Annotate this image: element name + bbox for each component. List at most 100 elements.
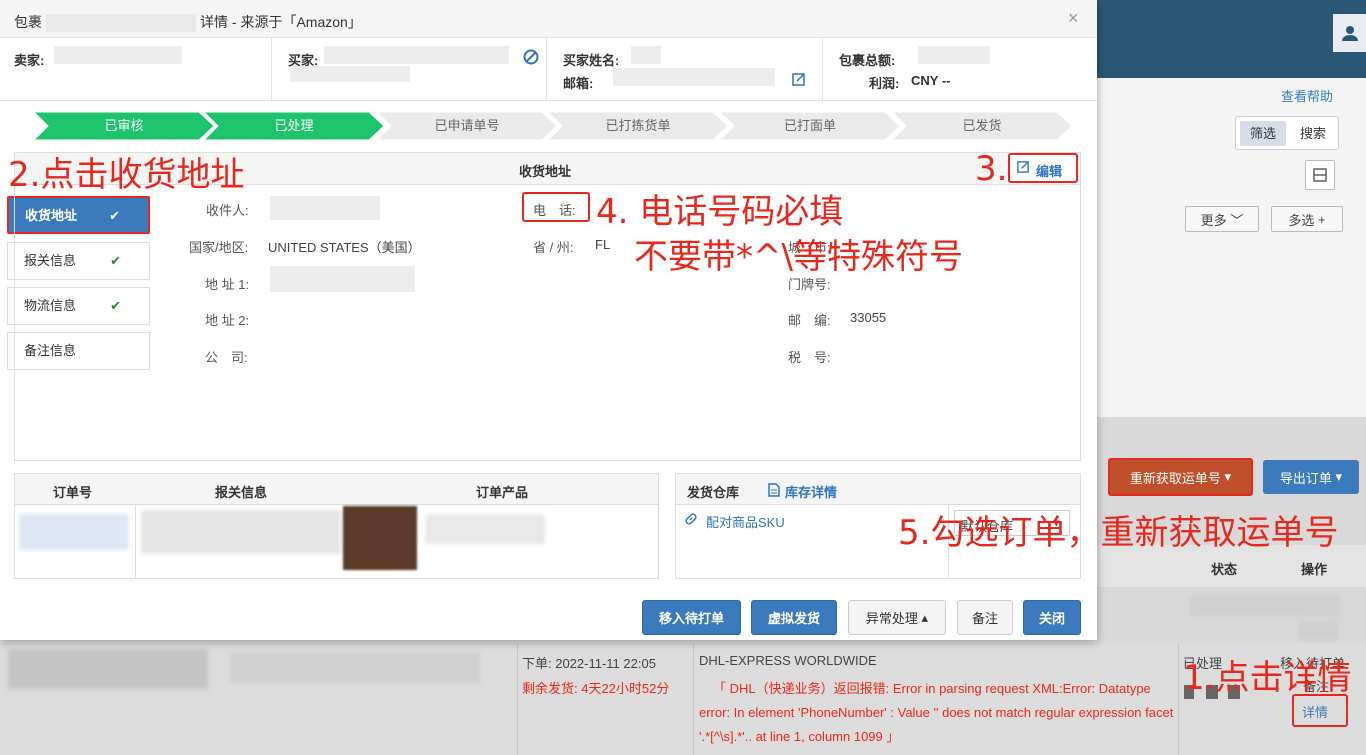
multi-select-button[interactable]: 多选 + (1271, 206, 1343, 232)
order-number-header: 订单号 (53, 485, 93, 500)
recipient-label: 收件人: (206, 203, 249, 218)
seller-label: 卖家: (14, 53, 45, 68)
block-icon[interactable] (523, 49, 539, 68)
product-image (343, 506, 417, 570)
progress-step-label: 已处理 (274, 118, 314, 133)
blurred-row (1298, 620, 1338, 640)
buyer-info: 买家: (272, 38, 547, 100)
progress-step-label: 已打拣货单 (605, 118, 671, 133)
state-value: FL (595, 237, 611, 252)
remaining-time: 剩余发货: 4天22小时52分 (522, 681, 670, 696)
modal-title: 包裹 详情 - 来源于「Amazon」 (14, 12, 362, 33)
document-icon (768, 483, 780, 500)
filter-button[interactable]: 筛选 (1240, 121, 1286, 146)
export-orders-button[interactable]: 导出订单 ▾ (1263, 460, 1359, 494)
match-sku-link[interactable]: 配对商品SKU (706, 512, 785, 531)
orders-table-header (15, 474, 658, 505)
progress-step-label: 已发货 (962, 118, 1002, 133)
user-icon[interactable] (1333, 14, 1366, 52)
exception-label: 异常处理 (865, 611, 918, 626)
product-header: 订单产品 (476, 485, 529, 500)
annotation-step2: 2.点击收货地址 (8, 155, 245, 195)
help-link[interactable]: 查看帮助 (1281, 86, 1333, 105)
progress-step-label: 已申请单号 (434, 118, 500, 133)
layout-icon[interactable] (1305, 160, 1335, 190)
top-bar (1097, 0, 1366, 78)
total-info: 包裹总额: 利润: CNY -- (823, 38, 1097, 100)
blurred-order-number (19, 514, 129, 550)
zip-value: 33055 (850, 310, 887, 325)
remark-button[interactable]: 备注 (957, 600, 1013, 635)
blurred-product-info (425, 514, 545, 544)
orders-table: 订单号 报关信息 订单产品 (14, 473, 659, 579)
divider (1178, 643, 1179, 755)
annotation-step4-line2: 不要带*^\等特殊符号 (634, 237, 963, 277)
title-prefix: 包裹 (14, 14, 42, 30)
action-column-header: 操作 (1301, 562, 1328, 577)
order-row: 下单: 2022-11-11 22:05 剩余发货: 4天22小时52分 DHL… (0, 643, 1366, 755)
refetch-tracking-button[interactable]: 重新获取运单号 ▾ (1108, 458, 1253, 496)
tax-id-label: 税 号: (788, 350, 831, 365)
filter-search-group: 筛选 搜索 (1235, 116, 1339, 150)
refetch-label: 重新获取运单号 (1129, 470, 1221, 486)
annotation-step5: 5.勾选订单，重新获取运单号 (898, 513, 1339, 553)
zip-label: 邮 编: (788, 313, 831, 328)
blurred-customs (141, 510, 341, 554)
stock-details-link[interactable]: 库存详情 (785, 482, 837, 501)
blurred-product (8, 649, 208, 689)
masked-email (613, 68, 775, 86)
company-label: 公 司: (205, 350, 248, 365)
country-value: UNITED STATES（美国） (268, 240, 421, 255)
move-to-print-button[interactable]: 移入待打单 (642, 600, 741, 635)
divider (517, 643, 518, 755)
carrier-error-message: 「 DHL（快递业务）返回报错: Error in parsing reques… (699, 681, 1174, 744)
edit-email-icon[interactable] (792, 72, 806, 89)
divider (0, 100, 1097, 101)
masked-total (918, 46, 990, 64)
profit-label: 利润: (869, 76, 900, 91)
divider (135, 505, 136, 578)
virtual-ship-button[interactable]: 虚拟发货 (751, 600, 837, 635)
progress-step: 已发货 (892, 112, 1072, 140)
country-label: 国家/地区: (189, 240, 249, 255)
carrier-name: DHL-EXPRESS WORLDWIDE (699, 653, 877, 668)
plus-icon: + (1318, 211, 1326, 227)
blurred-row (1190, 595, 1340, 617)
title-suffix: 详情 - 来源于「Amazon」 (200, 14, 362, 30)
close-button[interactable]: 关闭 (1023, 600, 1081, 635)
masked-recipient (270, 196, 380, 220)
masked-address1 (270, 266, 415, 292)
profit-value: CNY -- (911, 73, 951, 88)
phone-label: 电 话: (533, 203, 576, 218)
multi-label: 多选 (1288, 212, 1315, 228)
close-icon[interactable]: × (1068, 8, 1079, 29)
order-time: 下单: 2022-11-11 22:05 (522, 656, 656, 671)
address2-label: 地 址 2: (205, 313, 250, 328)
progress-step: 已处理 (204, 112, 384, 140)
search-button[interactable]: 搜索 (1290, 121, 1336, 146)
masked-package-id (46, 14, 196, 33)
warehouse-title: 发货仓库 (687, 485, 740, 500)
customs-header: 报关信息 (215, 485, 268, 500)
seller-info: 卖家: (0, 38, 272, 100)
buyer-name-info: 买家姓名: 邮箱: (547, 38, 823, 100)
modal-header: 包裹 详情 - 来源于「Amazon」 × (0, 0, 1097, 38)
chevron-down-icon: ﹀ (1230, 212, 1244, 228)
total-label: 包裹总额: (839, 53, 896, 68)
progress-step-label: 已打面单 (783, 118, 836, 133)
buyer-name-label: 买家姓名: (563, 53, 620, 68)
exception-handling-button[interactable]: 异常处理 ▴ (848, 600, 946, 635)
more-button[interactable]: 更多 ﹀ (1185, 206, 1259, 232)
annotation-step3: 3. (975, 149, 1008, 189)
link-icon (684, 512, 698, 529)
status-column-header: 状态 (1211, 562, 1238, 577)
annotation-step1: 1.点击详情 (1183, 658, 1352, 698)
state-label: 省 / 州: (533, 240, 574, 255)
progress-step-label: 已审核 (104, 118, 144, 133)
edit-address-button[interactable]: 编辑 (1008, 153, 1078, 183)
divider (693, 643, 694, 755)
edit-label: 编辑 (1036, 164, 1063, 179)
edit-icon (1017, 160, 1030, 176)
progress-step: 已打拣货单 (548, 112, 728, 140)
email-label: 邮箱: (563, 76, 594, 91)
